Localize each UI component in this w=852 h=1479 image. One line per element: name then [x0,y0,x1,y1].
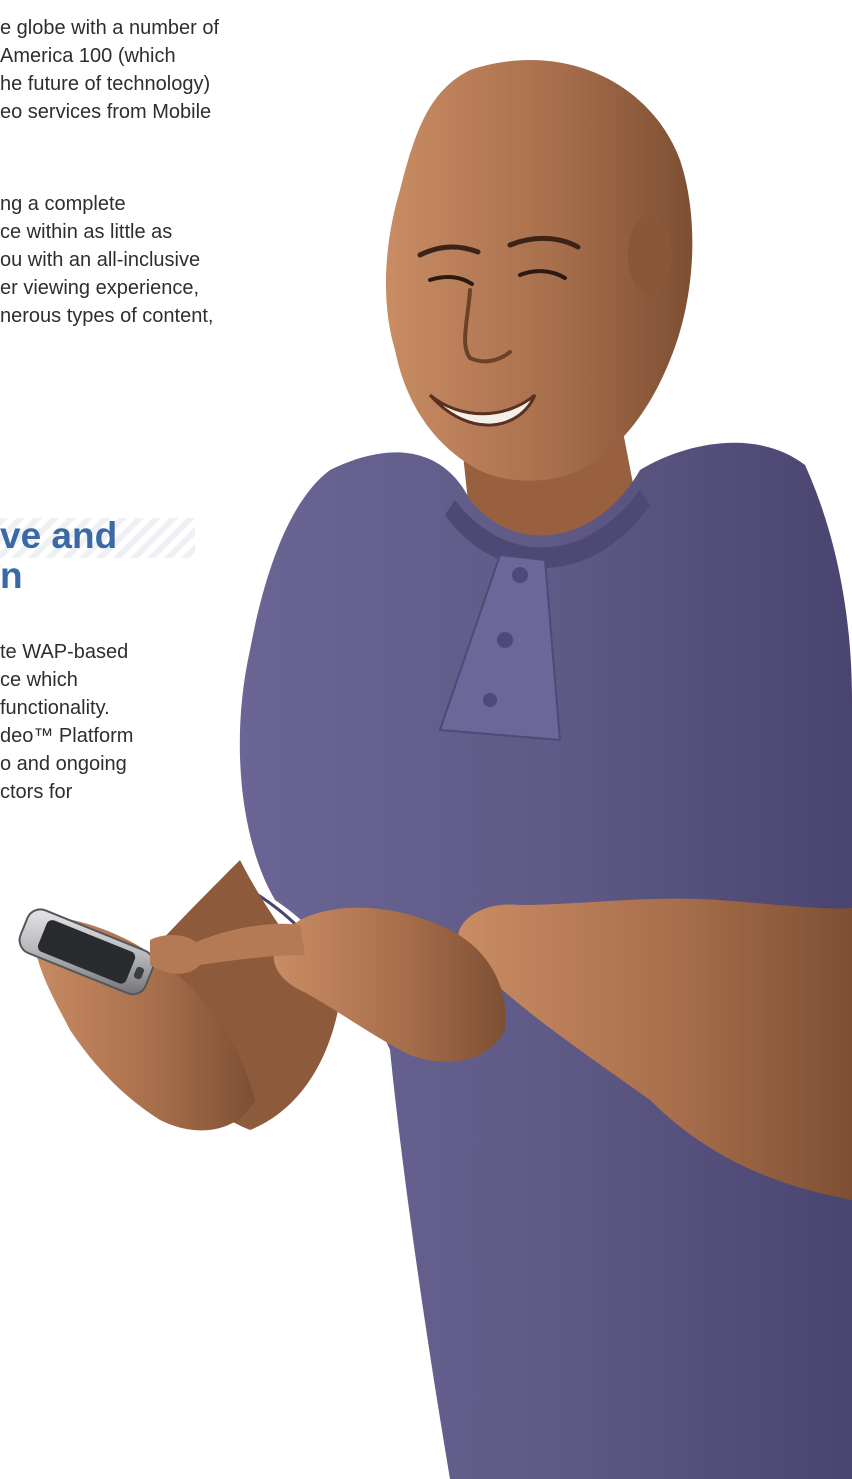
shirt-button [512,567,528,583]
shirt-button [497,632,513,648]
shirt-button [483,693,497,707]
ear [628,215,672,295]
page: e globe with a number of America 100 (wh… [0,0,852,1479]
person-with-phone-photo [18,60,852,1479]
